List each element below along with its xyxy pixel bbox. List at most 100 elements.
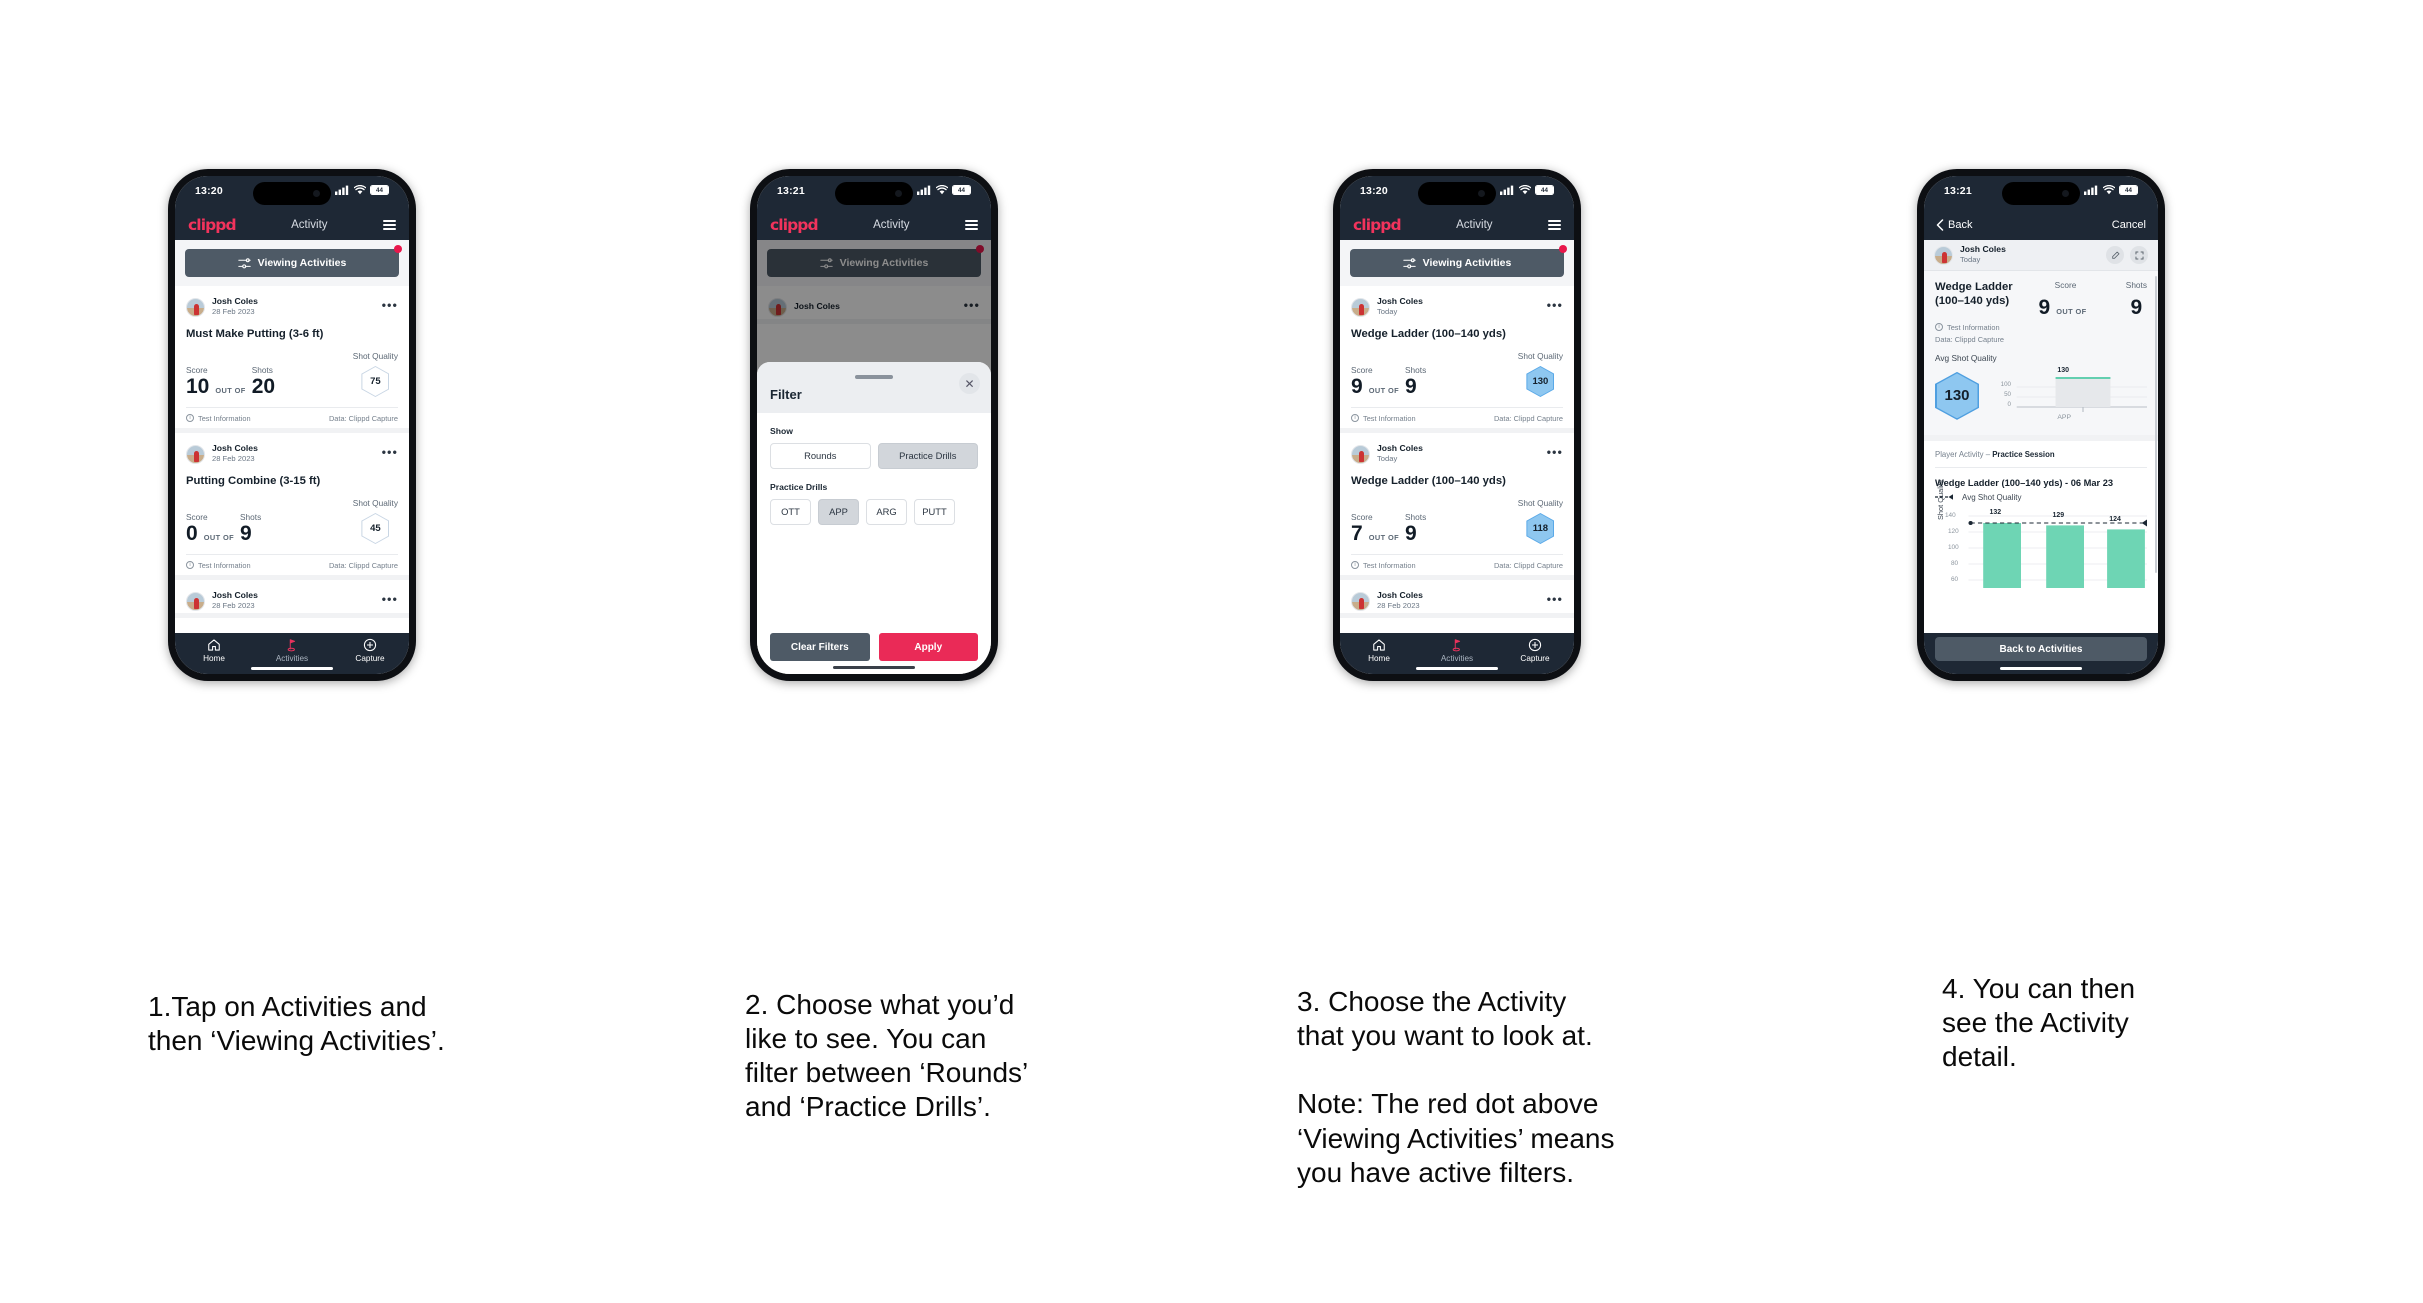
avatar bbox=[1351, 591, 1370, 611]
page-title: Activity bbox=[291, 219, 328, 231]
info-icon: i bbox=[1351, 414, 1359, 422]
cancel-button[interactable]: Cancel bbox=[2112, 219, 2146, 231]
activity-card[interactable]: Josh Coles 28 Feb 2023 ••• Must Make Put… bbox=[175, 286, 409, 433]
pencil-glyph bbox=[2111, 251, 2119, 259]
clippd-logo[interactable]: clippd bbox=[770, 216, 819, 234]
app-bar: clippd Activity bbox=[757, 210, 991, 240]
expand-glyph bbox=[2134, 250, 2144, 260]
chart-title: Wedge Ladder (100–140 yds) - 06 Mar 23 bbox=[1935, 477, 2114, 488]
data-source-label: Data: Clippd Capture bbox=[1493, 413, 1563, 423]
wifi-icon bbox=[2103, 185, 2115, 195]
card-menu-icon[interactable]: ••• bbox=[1547, 593, 1563, 605]
score-value: 7 bbox=[1351, 522, 1363, 546]
tab-activities[interactable]: Activities bbox=[1418, 638, 1496, 663]
activity-card[interactable]: Josh Coles 28 Feb 2023 ••• bbox=[175, 580, 409, 618]
chip-putt[interactable]: PUTT bbox=[914, 498, 955, 525]
home-indicator bbox=[251, 666, 333, 670]
activity-card[interactable]: Josh Coles Today ••• Wedge Ladder (100–1… bbox=[1340, 433, 1574, 580]
activity-date: Today bbox=[1377, 307, 1398, 316]
filter-sliders-icon bbox=[237, 257, 251, 268]
score-value: 10 bbox=[186, 375, 210, 399]
chip-arg[interactable]: ARG bbox=[866, 498, 907, 525]
back-button[interactable]: Back bbox=[1936, 219, 1972, 231]
card-menu-icon[interactable]: ••• bbox=[382, 593, 398, 605]
back-to-activities-button[interactable]: Back to Activities bbox=[1935, 637, 2147, 661]
tab-activities-label: Activities bbox=[275, 654, 309, 663]
home-indicator bbox=[2000, 666, 2082, 670]
activity-card[interactable]: Josh Coles 28 Feb 2023 ••• Putting Combi… bbox=[175, 433, 409, 580]
shot-quality-label: Shot Quality bbox=[352, 351, 398, 361]
avatar bbox=[1934, 245, 1953, 265]
test-information-label: Test Information bbox=[1363, 413, 1416, 423]
plus-circle-icon bbox=[363, 638, 377, 652]
wifi-icon bbox=[1519, 185, 1531, 195]
data-source-label: Data: Clippd Capture bbox=[328, 560, 398, 570]
detail-chart-section: Player Activity – Practice Session Wedge… bbox=[1924, 441, 2158, 588]
clippd-logo[interactable]: clippd bbox=[1353, 216, 1402, 234]
card-header: Josh Coles 28 Feb 2023 ••• bbox=[186, 442, 398, 466]
card-menu-icon[interactable]: ••• bbox=[382, 446, 398, 458]
card-stats: Score 7 OUT OF Shots 9 Shot Quality 118 bbox=[1351, 498, 1563, 554]
menu-icon[interactable] bbox=[1548, 219, 1561, 231]
card-menu-icon[interactable]: ••• bbox=[1547, 299, 1563, 311]
viewing-activities-button[interactable]: Viewing Activities bbox=[185, 245, 402, 277]
phone-activities-list: 13:20 44 clippd Activity Viewing Activit… bbox=[168, 169, 416, 681]
menu-icon[interactable] bbox=[383, 219, 396, 231]
avatar bbox=[1351, 444, 1370, 464]
chart-ylabel: Shot Quality bbox=[1936, 479, 1945, 520]
mini-bar-label: 130 bbox=[2057, 366, 2070, 374]
sheet-grabber[interactable] bbox=[855, 375, 893, 379]
tab-capture-label: Capture bbox=[1520, 654, 1550, 663]
user-name: Josh Coles bbox=[1960, 244, 2006, 255]
dynamic-island bbox=[2002, 182, 2080, 205]
chip-app[interactable]: APP bbox=[818, 498, 859, 525]
detail-summary: Wedge Ladder (100–140 yds) Score 9 OUT O… bbox=[1924, 271, 2158, 363]
menu-icon[interactable] bbox=[965, 219, 978, 231]
drill-options: OTT APP ARG PUTT bbox=[770, 498, 978, 525]
shots-label: Shots bbox=[2125, 280, 2147, 290]
home-indicator bbox=[833, 665, 915, 669]
clippd-logo[interactable]: clippd bbox=[188, 216, 237, 234]
shots-value: 9 bbox=[1405, 522, 1417, 546]
cellular-signal-icon bbox=[2084, 185, 2098, 195]
activity-card[interactable]: Josh Coles 28 Feb 2023 ••• bbox=[1340, 580, 1574, 618]
wifi-icon bbox=[354, 185, 366, 195]
clear-filters-button[interactable]: Clear Filters bbox=[770, 633, 870, 661]
card-menu-icon[interactable]: ••• bbox=[382, 299, 398, 311]
pencil-icon[interactable] bbox=[2106, 246, 2124, 264]
out-of-label: OUT OF bbox=[2056, 306, 2087, 316]
legend-label: Avg Shot Quality bbox=[1962, 492, 2022, 502]
ytick-140: 140 bbox=[1945, 511, 1956, 519]
apply-button[interactable]: Apply bbox=[878, 633, 978, 661]
user-name: Josh Coles bbox=[212, 443, 258, 454]
filter-sliders-icon bbox=[1402, 257, 1416, 268]
chip-ott[interactable]: OTT bbox=[770, 498, 811, 525]
bottom-tab-bar: Home Activities Capture bbox=[1340, 633, 1574, 674]
ytick-100: 100 bbox=[1948, 543, 1959, 551]
tab-capture[interactable]: Capture bbox=[331, 638, 409, 663]
card-footer: i Test Information Data: Clippd Capture bbox=[1351, 407, 1563, 428]
avg-shot-quality-value: 130 bbox=[1936, 373, 1978, 419]
data-source-label: Data: Clippd Capture bbox=[1935, 334, 2005, 344]
ytick-60: 60 bbox=[1951, 575, 1959, 583]
breadcrumb-current: Practice Session bbox=[1992, 449, 2055, 459]
chip-practice-drills[interactable]: Practice Drills bbox=[877, 442, 978, 469]
tab-home[interactable]: Home bbox=[175, 638, 253, 663]
tab-capture[interactable]: Capture bbox=[1496, 638, 1574, 663]
test-information-label: Test Information bbox=[1947, 322, 2000, 332]
activity-card[interactable]: Josh Coles Today ••• Wedge Ladder (100–1… bbox=[1340, 286, 1574, 433]
filter-title: Filter bbox=[770, 386, 802, 402]
close-icon[interactable]: ✕ bbox=[959, 373, 980, 394]
shots-value: 9 bbox=[1405, 375, 1417, 399]
chip-rounds[interactable]: Rounds bbox=[770, 442, 871, 469]
test-information-label: Test Information bbox=[1363, 560, 1416, 570]
expand-icon[interactable] bbox=[2130, 246, 2148, 264]
card-menu-icon[interactable]: ••• bbox=[1547, 446, 1563, 458]
score-label: Score bbox=[1351, 512, 1373, 523]
home-icon bbox=[208, 639, 220, 651]
scrollbar[interactable] bbox=[2155, 276, 2157, 573]
app-bar: clippd Activity bbox=[175, 210, 409, 240]
tab-home[interactable]: Home bbox=[1340, 638, 1418, 663]
viewing-activities-button[interactable]: Viewing Activities bbox=[1350, 245, 1567, 277]
tab-activities[interactable]: Activities bbox=[253, 638, 331, 663]
